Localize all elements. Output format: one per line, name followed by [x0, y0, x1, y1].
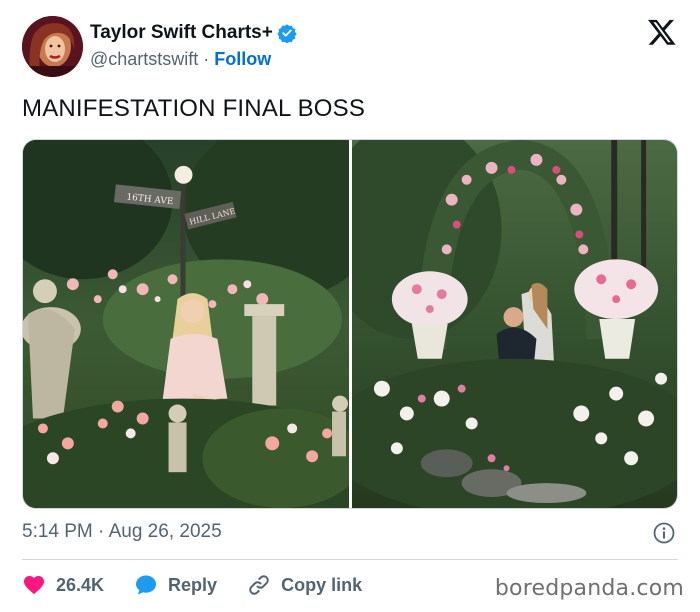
- tweet-timestamp[interactable]: 5:14 PM · Aug 26, 2025: [22, 521, 222, 543]
- reply-bubble-icon: [136, 575, 157, 595]
- name-row: Taylor Swift Charts+: [90, 22, 297, 44]
- x-logo-icon[interactable]: [647, 17, 677, 47]
- avatar-image: [22, 16, 83, 77]
- reply-label: Reply: [168, 574, 218, 595]
- like-count: 26.4K: [56, 574, 105, 595]
- user-handle[interactable]: @chartstswift: [90, 49, 198, 70]
- info-icon[interactable]: [652, 521, 676, 545]
- display-name[interactable]: Taylor Swift Charts+: [90, 22, 273, 44]
- tweet-header: Taylor Swift Charts+ @chartstswift · Fol…: [22, 16, 682, 78]
- follow-button[interactable]: Follow: [214, 49, 271, 70]
- watermark-text: boredpanda.com: [494, 576, 684, 601]
- photo-garden-proposal[interactable]: [352, 140, 677, 508]
- garden-proposal-image: [352, 140, 677, 508]
- link-icon: [249, 575, 269, 595]
- verified-badge-icon: [277, 24, 297, 43]
- like-button[interactable]: 26.4K: [22, 573, 104, 597]
- heart-icon: [24, 576, 44, 595]
- copy-link-label: Copy link: [281, 574, 363, 595]
- separator-dot: ·: [203, 49, 210, 69]
- tweet-text: MANIFESTATION FINAL BOSS: [22, 95, 366, 122]
- actions-divider: [22, 559, 678, 560]
- garden-portrait-image: 16TH AVE HILL LANE: [23, 140, 349, 508]
- copy-link-button[interactable]: Copy link: [247, 573, 362, 597]
- reply-button[interactable]: Reply: [134, 573, 217, 597]
- action-bar: 26.4K Reply Copy link: [22, 570, 392, 600]
- handle-row: @chartstswift · Follow: [90, 49, 271, 70]
- avatar[interactable]: [22, 16, 83, 77]
- media-grid: 16TH AVE HILL LANE: [22, 139, 678, 509]
- photo-garden-portrait[interactable]: 16TH AVE HILL LANE: [23, 140, 349, 508]
